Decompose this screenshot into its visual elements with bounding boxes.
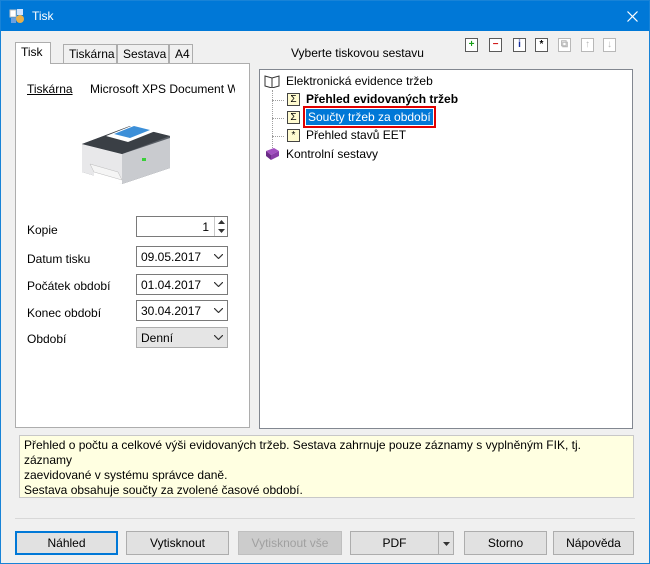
period-select[interactable]: Denní	[136, 327, 228, 348]
copies-spinner[interactable]	[214, 217, 227, 236]
period-end-field[interactable]: 30.04.2017	[136, 300, 228, 321]
tab-sestava[interactable]: Sestava	[117, 44, 169, 63]
tree-line	[272, 136, 284, 137]
report-tree[interactable]: Elektronická evidence tržeb Σ Přehled ev…	[259, 69, 633, 429]
print-dialog: Tisk Tisk Tiskárna Sestava A4 Tiskárna M…	[0, 0, 650, 564]
chevron-down-icon[interactable]	[209, 301, 227, 320]
remove-icon[interactable]: −	[489, 38, 502, 52]
tree-item-label: Přehled stavů EET	[306, 128, 407, 142]
chevron-down-icon[interactable]	[209, 275, 227, 294]
edit-icon[interactable]: *	[535, 38, 548, 52]
sum-icon: Σ	[287, 93, 300, 106]
sum-icon: Σ	[287, 111, 300, 124]
tree-group-label: Kontrolní sestavy	[286, 147, 379, 161]
print-date-label: Datum tisku	[27, 252, 91, 266]
report-description: Přehled o počtu a celkové výši evidovaný…	[19, 435, 634, 498]
print-settings-panel: Tiskárna Microsoft XPS Document W Kopie …	[15, 63, 250, 428]
tree-item-label-selected: Součty tržeb za období	[303, 106, 436, 128]
tree-item-prehled[interactable]: Σ Přehled evidovaných tržeb	[287, 91, 458, 107]
info-icon[interactable]: i	[513, 38, 526, 52]
period-start-field[interactable]: 01.04.2017	[136, 274, 228, 295]
copies-field[interactable]: 1	[136, 216, 228, 237]
caret-down-icon	[442, 541, 450, 546]
printer-icon	[82, 124, 170, 184]
spin-down-icon[interactable]	[215, 226, 227, 235]
tab-tiskarna[interactable]: Tiskárna	[63, 44, 117, 63]
description-line: zaevidované v systému správce daně.	[24, 468, 228, 482]
tree-line	[272, 100, 284, 101]
move-down-icon: ↓	[603, 38, 616, 52]
closed-book-icon	[266, 148, 279, 160]
chevron-down-icon[interactable]	[209, 328, 227, 347]
window-title: Tisk	[32, 9, 54, 23]
description-line: Sestava obsahuje součty za zvolené časov…	[24, 483, 303, 497]
tree-group-kontrolni[interactable]: Kontrolní sestavy	[264, 146, 378, 162]
move-up-icon: ↑	[581, 38, 594, 52]
open-book-icon	[264, 75, 280, 88]
description-line: Přehled o počtu a celkové výši evidovaný…	[24, 438, 581, 467]
divider	[15, 518, 635, 519]
spin-up-icon[interactable]	[215, 217, 227, 226]
tree-group-eet[interactable]: Elektronická evidence tržeb	[264, 73, 433, 89]
cancel-button[interactable]: Storno	[464, 531, 547, 555]
tree-line	[272, 118, 284, 119]
tree-item-stavy[interactable]: * Přehled stavů EET	[287, 127, 406, 143]
pdf-button[interactable]: PDF	[350, 531, 438, 555]
app-icon	[9, 9, 24, 23]
close-button[interactable]	[615, 1, 649, 31]
period-end-label: Konec období	[27, 306, 102, 320]
print-button[interactable]: Vytisknout	[126, 531, 229, 555]
print-date-field[interactable]: 09.05.2017	[136, 246, 228, 267]
printer-name: Microsoft XPS Document W	[90, 82, 235, 96]
tab-tisk[interactable]: Tisk	[15, 42, 51, 64]
period-start-label: Počátek období	[27, 279, 111, 293]
title-bar: Tisk	[1, 1, 649, 31]
preview-button[interactable]: Náhled	[15, 531, 118, 555]
print-all-button: Vytisknout vše	[238, 531, 342, 555]
help-button[interactable]: Nápověda	[553, 531, 634, 555]
close-icon	[626, 10, 638, 22]
copy-icon: ⧉	[558, 38, 571, 52]
pdf-dropdown-button[interactable]	[438, 531, 454, 555]
add-icon[interactable]: +	[465, 38, 478, 52]
period-label: Období	[27, 332, 67, 346]
tree-group-label: Elektronická evidence tržeb	[286, 74, 433, 88]
chevron-down-icon[interactable]	[209, 247, 227, 266]
tab-a4[interactable]: A4	[169, 44, 193, 63]
printer-label[interactable]: Tiskárna	[27, 82, 73, 96]
star-icon: *	[287, 129, 300, 142]
copies-label: Kopie	[27, 223, 58, 237]
tree-item-label: Přehled evidovaných tržeb	[306, 92, 459, 106]
report-picker-caption: Vyberte tiskovou sestavu	[291, 46, 424, 60]
